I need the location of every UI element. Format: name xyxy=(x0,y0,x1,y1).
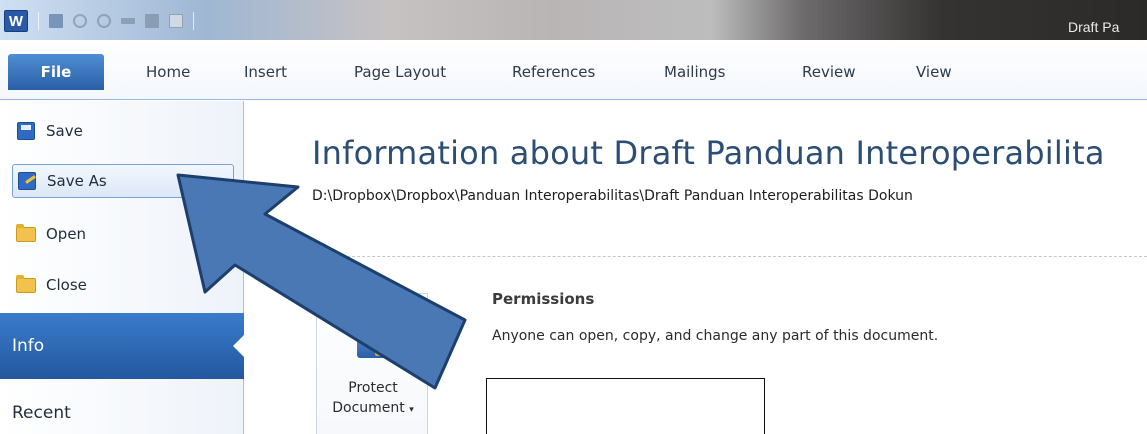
close-label: Close xyxy=(46,276,87,294)
open-label: Open xyxy=(46,225,87,243)
word-logo-icon[interactable]: W xyxy=(4,10,28,32)
open-folder-icon xyxy=(16,223,36,244)
redo-icon[interactable] xyxy=(97,14,111,28)
document-path[interactable]: D:\Dropbox\Dropbox\Panduan Interoperabil… xyxy=(312,188,913,204)
save-as-command[interactable]: Save As xyxy=(12,164,234,198)
tab-references[interactable]: References xyxy=(512,63,595,81)
close-folder-icon xyxy=(16,274,36,295)
tab-file[interactable]: File xyxy=(8,54,104,90)
blank-overlay-box xyxy=(486,378,765,434)
qat-separator xyxy=(193,12,194,30)
protect-document-button[interactable]: Protect Document ▾ xyxy=(316,293,428,434)
tab-view[interactable]: View xyxy=(916,63,952,81)
save-label: Save xyxy=(46,122,83,140)
page-title: Information about Draft Panduan Interope… xyxy=(312,134,1105,172)
print-icon[interactable] xyxy=(145,14,159,28)
tab-mailings[interactable]: Mailings xyxy=(664,63,725,81)
nav-item-info[interactable]: Info xyxy=(0,313,245,379)
protect-document-icon xyxy=(357,332,387,358)
customize-qat-icon[interactable] xyxy=(121,18,135,24)
selection-notch xyxy=(233,334,245,358)
save-as-icon xyxy=(17,171,37,191)
tab-review[interactable]: Review xyxy=(802,63,856,81)
save-icon[interactable] xyxy=(49,14,63,28)
ribbon-tabs: File Home Insert Page Layout References … xyxy=(0,40,1147,100)
close-command[interactable]: Close xyxy=(12,268,234,302)
protect-document-label: Protect Document ▾ xyxy=(332,380,414,416)
tab-page-layout[interactable]: Page Layout xyxy=(354,63,446,81)
quick-access-toolbar: W xyxy=(4,10,194,32)
chevron-down-icon: ▾ xyxy=(409,405,414,415)
backstage-nav: Save Save As Open Close Info Recent xyxy=(0,101,245,434)
permissions-heading: Permissions xyxy=(492,290,595,308)
permissions-description: Anyone can open, copy, and change any pa… xyxy=(492,328,939,344)
save-command[interactable]: Save xyxy=(12,114,234,148)
window-title: Draft Pa xyxy=(1068,19,1120,35)
title-bar: W Draft Pa xyxy=(0,0,1147,40)
info-label: Info xyxy=(12,336,45,356)
nav-item-recent[interactable]: Recent xyxy=(12,403,71,423)
qat-separator xyxy=(38,12,39,30)
save-icon xyxy=(16,121,36,141)
section-divider xyxy=(312,256,1147,257)
save-as-label: Save As xyxy=(47,172,107,190)
tab-home[interactable]: Home xyxy=(146,63,190,81)
open-command[interactable]: Open xyxy=(12,217,234,251)
undo-icon[interactable] xyxy=(73,14,87,28)
tab-insert[interactable]: Insert xyxy=(244,63,287,81)
new-document-icon[interactable] xyxy=(169,14,183,28)
